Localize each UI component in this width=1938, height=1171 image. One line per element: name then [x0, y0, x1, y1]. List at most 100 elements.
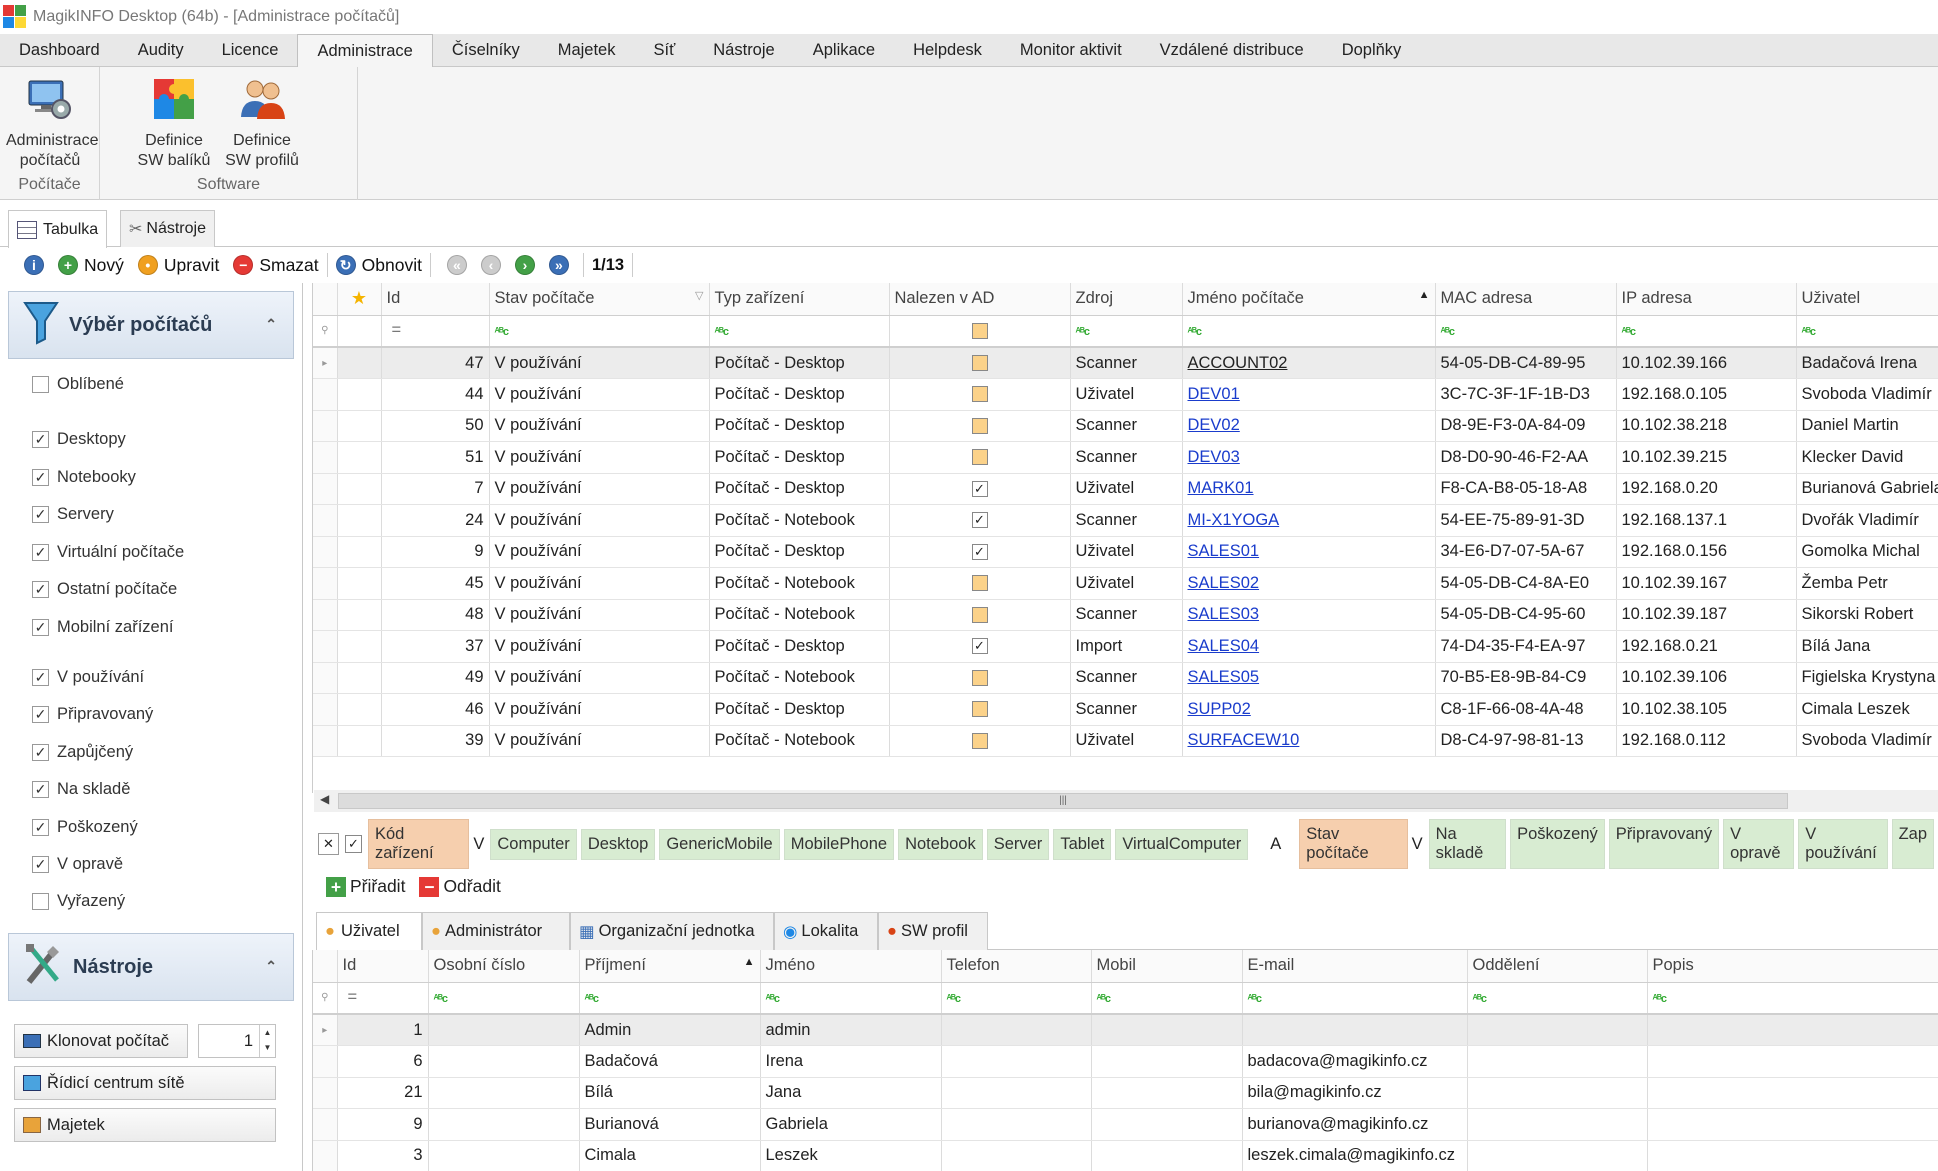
cell-name[interactable]: SALES04	[1182, 630, 1436, 663]
prev-page-button[interactable]: ‹	[480, 255, 507, 275]
sw-packages-button[interactable]: Definice SW balíků	[136, 75, 212, 171]
filter-value-chip[interactable]: V opravě	[1723, 819, 1795, 869]
computer-name-link[interactable]: DEV02	[1188, 416, 1240, 434]
col-header[interactable]: Osobní číslo	[428, 950, 580, 983]
table-row[interactable]: 21 Bílá Jana bila@magikinfo.cz	[313, 1077, 1938, 1109]
filter-checkbox-row[interactable]: ✓ V opravě	[32, 855, 123, 874]
filter-checkbox-row[interactable]: ✓ Mobilní zařízení	[32, 618, 173, 637]
asset-button[interactable]: Majetek	[14, 1108, 276, 1142]
menu-tab[interactable]: Dashboard	[0, 34, 119, 66]
filter-value-chip[interactable]: Připravovaný	[1608, 819, 1720, 869]
filter-value-chip[interactable]: Desktop	[580, 828, 656, 860]
filter-text-icon[interactable]: ᴬᴮc	[1435, 315, 1617, 348]
filter-value-chip[interactable]: Na skladě	[1428, 819, 1507, 869]
favorite-cell[interactable]	[337, 693, 382, 726]
filter-checkbox-icon[interactable]	[889, 315, 1071, 348]
cell-name[interactable]: SUPP02	[1182, 693, 1436, 726]
sw-profiles-button[interactable]: Definice SW profilů	[222, 75, 302, 171]
menu-tab[interactable]: Nástroje	[694, 34, 793, 66]
chevron-up-icon[interactable]: ⌃	[265, 316, 277, 333]
tab-table[interactable]: Tabulka	[8, 210, 108, 248]
clear-filter-icon[interactable]: ✕	[318, 833, 339, 855]
filter-value-chip[interactable]: VirtualComputer	[1115, 828, 1249, 860]
filter-checkbox-row[interactable]: ✓ Zapůjčený	[32, 743, 133, 762]
filter-icon[interactable]: ▽	[695, 289, 703, 302]
menu-tab[interactable]: Audity	[119, 34, 203, 66]
filter-checkbox-row[interactable]: Vyřazený	[32, 892, 125, 911]
computer-filter-panel-header[interactable]: Výběr počítačů ⌃	[8, 291, 294, 359]
cell-name[interactable]: ACCOUNT02	[1182, 347, 1436, 379]
table-row[interactable]: 7V používání Počítač - Desktop ✓ Uživatel MA…	[313, 473, 1938, 505]
filter-checkbox-row[interactable]: ✓ Virtuální počítače	[32, 543, 184, 562]
computer-admin-button[interactable]: Administrace počítačů	[6, 75, 98, 171]
checked-checkbox-icon[interactable]: ✓	[32, 543, 49, 561]
assign-button[interactable]: + Přiřadit	[326, 876, 405, 897]
filter-checkbox-row[interactable]: ✓ Připravovaný	[32, 705, 153, 724]
cell-name[interactable]: MI-X1YOGA	[1182, 504, 1436, 537]
computer-name-link[interactable]: DEV01	[1188, 385, 1240, 403]
table-row[interactable]: 44 V používání Počítač - Desktop Uživatel DE…	[313, 378, 1938, 411]
filter-value-chip[interactable]: Zap	[1891, 819, 1934, 869]
table-row[interactable]: ▸ 1 Admin admin	[313, 1014, 1938, 1046]
computer-name-link[interactable]: SALES05	[1188, 668, 1260, 686]
menu-tab[interactable]: Monitor aktivit	[1001, 34, 1141, 66]
checked-checkbox-icon[interactable]: ✓	[32, 431, 49, 448]
menu-tab[interactable]: Administrace	[297, 34, 433, 68]
filter-text-icon[interactable]: ᴬᴮc	[709, 315, 890, 348]
favorite-star-icon[interactable]: ★	[337, 283, 382, 316]
filter-value-chip[interactable]: Poškozený	[1510, 819, 1605, 869]
col-header-user[interactable]: Uživatel	[1796, 283, 1938, 316]
table-row[interactable]: 37 V používání Počítač - Desktop ✓ Import SAL…	[313, 630, 1938, 663]
col-header-name[interactable]: Jméno počítače ▲	[1182, 283, 1436, 316]
computer-name-link[interactable]: MARK01	[1188, 479, 1254, 497]
filter-checkbox-row[interactable]: Oblíbené	[32, 375, 124, 394]
horizontal-scrollbar[interactable]: ◀ |||	[314, 790, 1938, 812]
menu-tab[interactable]: Doplňky	[1323, 34, 1421, 66]
col-header-source[interactable]: Zdroj	[1070, 283, 1183, 316]
filter-value-chip[interactable]: Computer	[490, 828, 577, 860]
first-page-button[interactable]: «	[446, 255, 473, 275]
favorite-cell[interactable]	[337, 725, 382, 757]
filter-text-icon[interactable]: ᴬᴮc	[1070, 315, 1183, 348]
unchecked-checkbox-icon[interactable]	[32, 893, 49, 911]
filter-text-icon[interactable]: ᴬᴮc	[1467, 982, 1648, 1015]
favorite-cell[interactable]	[337, 504, 382, 537]
cell-name[interactable]: SALES02	[1182, 567, 1436, 600]
menu-tab[interactable]: Helpdesk	[894, 34, 1001, 66]
col-header[interactable]: E-mail	[1242, 950, 1468, 983]
chevron-up-icon[interactable]: ⌃	[265, 958, 277, 975]
cell-name[interactable]: DEV01	[1182, 378, 1436, 411]
unassign-button[interactable]: − Odřadit	[419, 876, 501, 897]
filter-checkbox-row[interactable]: ✓ Ostatní počítače	[32, 580, 177, 599]
favorite-cell[interactable]	[337, 567, 382, 600]
table-row[interactable]: 51 V používání Počítač - Desktop Scanner DEV…	[313, 441, 1938, 474]
col-header-id[interactable]: Id	[381, 283, 490, 316]
tab-tools[interactable]: ✂ Nástroje	[120, 210, 215, 247]
table-row[interactable]: 39 V používání Počítač - Notebook Uživatel S…	[313, 725, 1938, 757]
filter-checkbox-row[interactable]: ✓ Servery	[32, 505, 114, 524]
filter-text-icon[interactable]: ᴬᴮc	[1616, 315, 1797, 348]
network-center-button[interactable]: Řídicí centrum sítě	[14, 1066, 276, 1100]
col-header-state[interactable]: Stav počítače ▽	[489, 283, 710, 316]
filter-value-chip[interactable]: MobilePhone	[783, 828, 895, 860]
computer-name-link[interactable]: MI-X1YOGA	[1188, 511, 1280, 529]
filter-equals-icon[interactable]: =	[381, 315, 490, 348]
col-header-mac[interactable]: MAC adresa	[1435, 283, 1617, 316]
table-row[interactable]: 50 V používání Počítač - Desktop Scanner DEV…	[313, 410, 1938, 442]
scrollbar-thumb[interactable]: |||	[338, 793, 1788, 809]
col-header-ip[interactable]: IP adresa	[1616, 283, 1797, 316]
table-row[interactable]: 48 V používání Počítač - Notebook Scanner SA…	[313, 599, 1938, 631]
table-row[interactable]: 24 V používání Počítač - Notebook ✓ Scanner M…	[313, 504, 1938, 537]
filter-text-icon[interactable]: ᴬᴮc	[760, 982, 942, 1015]
menu-tab[interactable]: Síť	[634, 34, 694, 66]
last-page-button[interactable]: »	[548, 255, 575, 275]
computer-name-link[interactable]: SURFACEW10	[1188, 731, 1300, 749]
col-header[interactable]: Telefon	[941, 950, 1092, 983]
table-row[interactable]: 49 V používání Počítač - Notebook Scanner SA…	[313, 662, 1938, 694]
menu-tab[interactable]: Majetek	[539, 34, 635, 66]
checked-checkbox-icon[interactable]: ✓	[32, 581, 49, 599]
tab-sw-profile[interactable]: ● SW profil	[878, 912, 988, 950]
favorite-cell[interactable]	[337, 662, 382, 694]
filter-text-icon[interactable]: ᴬᴮc	[941, 982, 1092, 1015]
computer-name-link[interactable]: ACCOUNT02	[1188, 354, 1288, 372]
